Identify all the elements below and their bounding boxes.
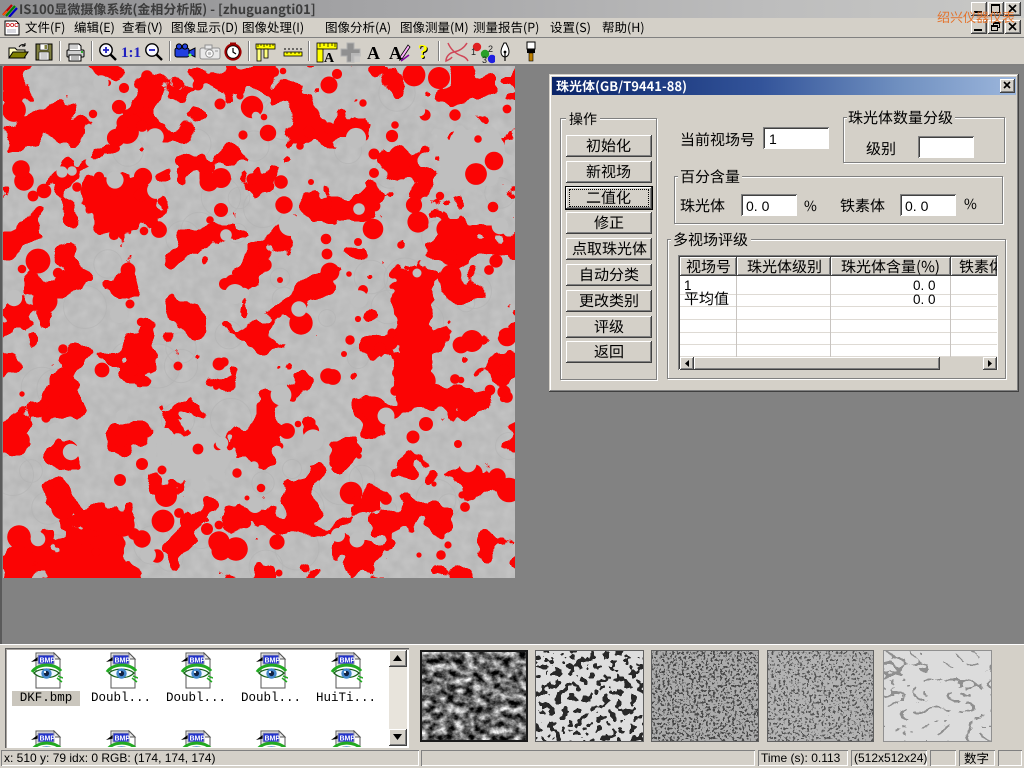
svg-text:1:1: 1:1 [121, 45, 141, 61]
svg-text:BMP: BMP [40, 658, 56, 665]
svg-text:BMP: BMP [265, 658, 281, 665]
svg-text:?: ? [418, 41, 428, 63]
svg-text:BMP: BMP [190, 736, 206, 743]
svg-text:1: 1 [471, 47, 476, 57]
svg-text:BMP: BMP [190, 658, 206, 665]
svg-text:BMP: BMP [115, 658, 131, 665]
svg-text:A: A [324, 51, 335, 63]
svg-text:BMP: BMP [340, 736, 356, 743]
svg-text:BMP: BMP [40, 736, 56, 743]
svg-text:3: 3 [482, 55, 487, 64]
svg-text:2: 2 [488, 44, 493, 54]
svg-text:BMP: BMP [340, 658, 356, 665]
svg-text:BMP: BMP [115, 736, 131, 743]
svg-text:BMP: BMP [265, 736, 281, 743]
svg-text:DOC: DOC [6, 23, 18, 29]
svg-text:A: A [367, 43, 380, 63]
